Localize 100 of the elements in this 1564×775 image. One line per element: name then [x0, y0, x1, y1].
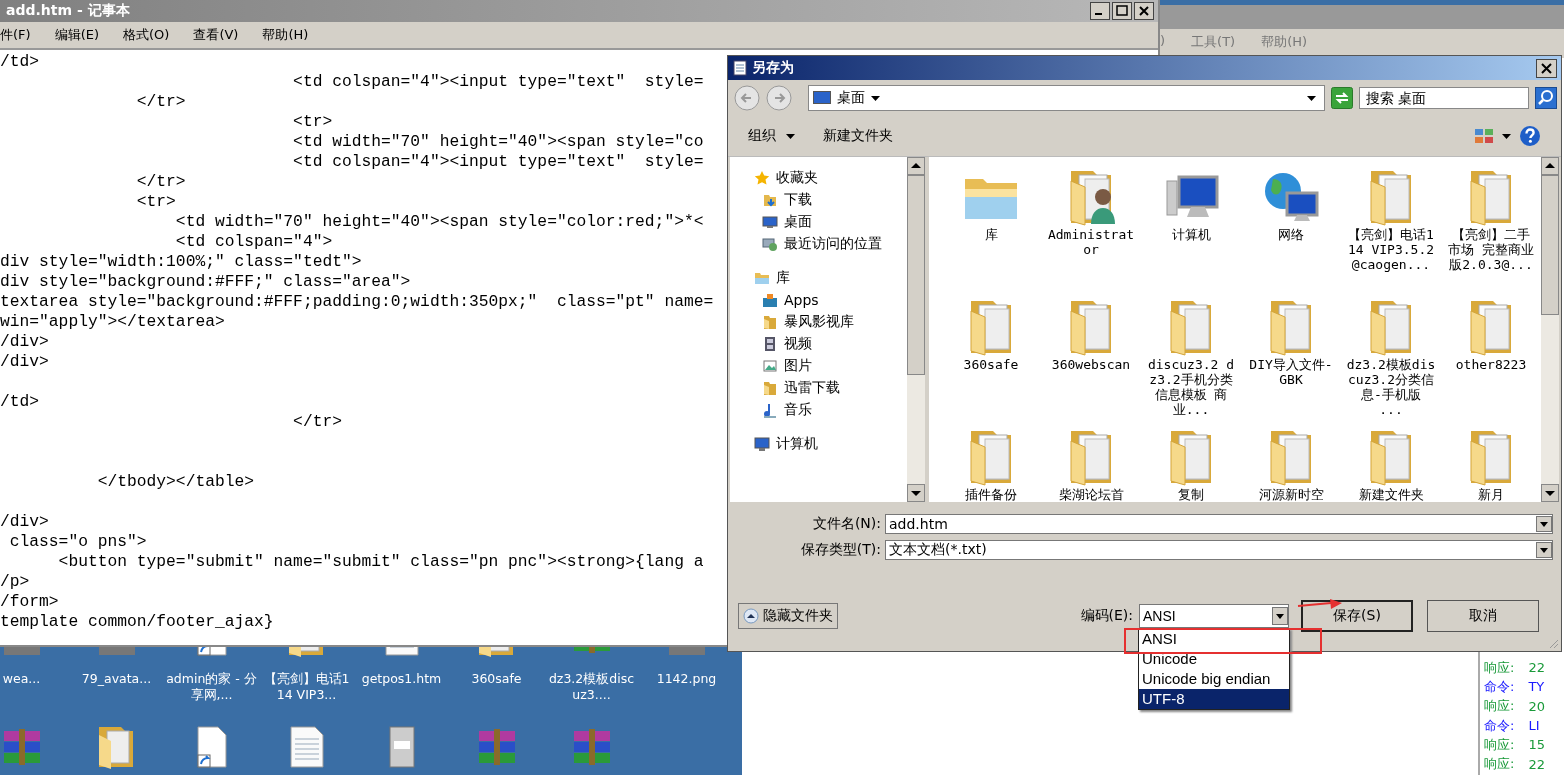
scrollbar[interactable] [1541, 157, 1559, 502]
file-item[interactable]: 柴湖论坛首 [1041, 427, 1141, 502]
file-item[interactable]: dz3.2模板discuz3.2分类信息-手机版 ... [1341, 297, 1441, 427]
code-line: div style="width:100%;" class="tedt"> [0, 252, 362, 272]
scrollbar-thumb[interactable] [907, 175, 925, 375]
library-icon [754, 270, 770, 286]
file-item[interactable]: 库 [941, 167, 1041, 297]
organize-menu-button[interactable]: 组织 [744, 125, 799, 147]
menu-item[interactable]: 格式(O) [123, 26, 170, 44]
dropdown-option[interactable]: Unicode big endian [1139, 669, 1289, 689]
hide-folders-button[interactable]: 隐藏文件夹 [738, 603, 838, 629]
code-line: <td colspan="4"><input type="text" style= [292, 152, 704, 172]
code-line: textarea style="background:#FFF;padding:0;width:350px;" class="pt" name= [0, 292, 714, 312]
file-item[interactable]: 河源新时空 [1241, 427, 1341, 502]
caret-icon[interactable] [871, 95, 880, 101]
desktop-icon-label[interactable]: getpos1.htm [361, 671, 442, 687]
log-value: LI [1528, 718, 1540, 734]
scroll-down-button[interactable] [907, 484, 925, 502]
scrollbar-thumb[interactable] [1541, 175, 1559, 315]
desktop-icon-label[interactable]: 79_avata... [81, 671, 152, 687]
file-item[interactable]: 网络 [1241, 167, 1341, 297]
desktop-icon-label[interactable]: 【亮剑】电话114 VIP3... [260, 671, 353, 703]
file-item[interactable]: 复制 [1141, 427, 1241, 502]
view-options-icon[interactable] [1474, 128, 1494, 144]
caret-icon[interactable] [1502, 133, 1511, 139]
combo-box[interactable]: 文本文档(*.txt) [885, 540, 1553, 560]
nav-item[interactable]: 图片 [730, 355, 907, 377]
nav-item[interactable]: 计算机 [730, 433, 907, 455]
desktop-icon-label[interactable]: wea... [2, 671, 41, 687]
dropdown-button[interactable] [1536, 516, 1552, 532]
dropdown-button[interactable] [1272, 607, 1288, 625]
close-button[interactable] [1536, 58, 1557, 78]
search-button[interactable] [1535, 87, 1557, 109]
encoding-dropdown[interactable]: ANSI [1139, 604, 1289, 628]
scroll-up-button[interactable] [907, 157, 925, 175]
nav-item[interactable]: 桌面 [730, 211, 907, 233]
desktop-icon-label[interactable]: admin的家 - 分享网,... [165, 671, 258, 703]
scrollbar[interactable] [907, 157, 925, 502]
code-line: /p> [0, 572, 30, 592]
close-button[interactable] [1134, 2, 1154, 20]
file-item[interactable]: 新建文件夹 [1341, 427, 1441, 502]
menu-item[interactable]: 查看(V) [193, 26, 239, 44]
code-line: /td> [0, 392, 40, 412]
nav-item[interactable]: 迅雷下载 [730, 377, 907, 399]
toolbar-button[interactable]: 新建文件夹 [819, 125, 897, 147]
code-line: <td width="70" height="40"><span style="color:red;">*< [174, 212, 704, 232]
file-item[interactable]: DIY导入文件-GBK [1241, 297, 1341, 427]
nav-item[interactable]: 下载 [730, 189, 907, 211]
code-line: </tbody></table> [96, 472, 255, 492]
file-item[interactable]: 【亮剑】二手市场 完整商业版2.0.3@... [1441, 167, 1541, 297]
dropdown-option[interactable]: UTF-8 [1139, 689, 1289, 709]
window-title: add.htm - 记事本 [6, 2, 131, 20]
minimize-button[interactable] [1090, 2, 1110, 20]
code-line: <td width="70" height="40"><span style="co [292, 132, 704, 152]
refresh-button[interactable] [1331, 87, 1353, 109]
search-field[interactable]: 搜索 桌面 [1359, 87, 1529, 109]
file-item[interactable]: discuz3.2 dz3.2手机分类信息模板 商业... [1141, 297, 1241, 427]
menu-item[interactable]: 件(F) [0, 26, 31, 44]
monitor-icon [762, 214, 778, 230]
log-label: 响应: [1484, 697, 1515, 716]
save-button[interactable]: 保存(S) [1301, 600, 1413, 632]
log-label: 响应: [1484, 658, 1515, 677]
log-label: 命令: [1484, 716, 1515, 735]
file-item[interactable]: 360safe [941, 297, 1041, 427]
file-item[interactable]: 360webscan [1041, 297, 1141, 427]
code-line: <button type="submit" name="submit" class="pn pnc"><strong>{lang a [57, 552, 704, 572]
desktop-icon-label[interactable]: 1142.png [656, 671, 717, 687]
menu-item[interactable]: 帮助(H) [262, 26, 309, 44]
field-label: 保存类型(T): [799, 541, 881, 559]
nav-item[interactable]: 暴风影视库 [730, 311, 907, 333]
code-line: <td colspan="4"><input type="text" style= [292, 72, 704, 92]
help-icon[interactable] [1519, 125, 1541, 147]
combo-box[interactable]: add.htm [885, 514, 1553, 534]
nav-item[interactable]: 视频 [730, 333, 907, 355]
breadcrumb-item[interactable]: 桌面 [837, 89, 865, 107]
desktop-icon-label[interactable]: 360safe [471, 671, 522, 687]
menu-item[interactable]: 编辑(E) [54, 26, 99, 44]
address-bar[interactable]: 桌面 [808, 85, 1325, 111]
maximize-button[interactable] [1112, 2, 1132, 20]
dropdown-button[interactable] [1536, 542, 1552, 558]
nav-item[interactable]: 最近访问的位置 [730, 233, 907, 255]
log-label: 响应: [1484, 735, 1515, 754]
desktop-icon-label[interactable]: dz3.2模板discuz3.... [545, 671, 638, 703]
nav-item[interactable]: 库 [730, 267, 907, 289]
resize-grip-icon[interactable] [1547, 637, 1559, 649]
file-item[interactable]: 【亮剑】电话114 VIP3.5.2@caogen... [1341, 167, 1441, 297]
nav-item[interactable]: Apps [730, 289, 907, 311]
nav-item[interactable]: 收藏夹 [730, 167, 907, 189]
annotation-arrow [1297, 597, 1343, 611]
file-item[interactable]: Administrator [1041, 167, 1141, 297]
cancel-button[interactable]: 取消 [1427, 600, 1539, 632]
monitor-icon [813, 91, 831, 105]
nav-item[interactable]: 音乐 [730, 399, 907, 421]
scroll-down-button[interactable] [1541, 484, 1559, 502]
file-item[interactable]: 新月 [1441, 427, 1541, 502]
file-item[interactable]: 计算机 [1141, 167, 1241, 297]
file-item[interactable]: other8223 [1441, 297, 1541, 427]
file-item[interactable]: 插件备份 [941, 427, 1041, 502]
caret-icon[interactable] [1307, 95, 1316, 101]
scroll-up-button[interactable] [1541, 157, 1559, 175]
